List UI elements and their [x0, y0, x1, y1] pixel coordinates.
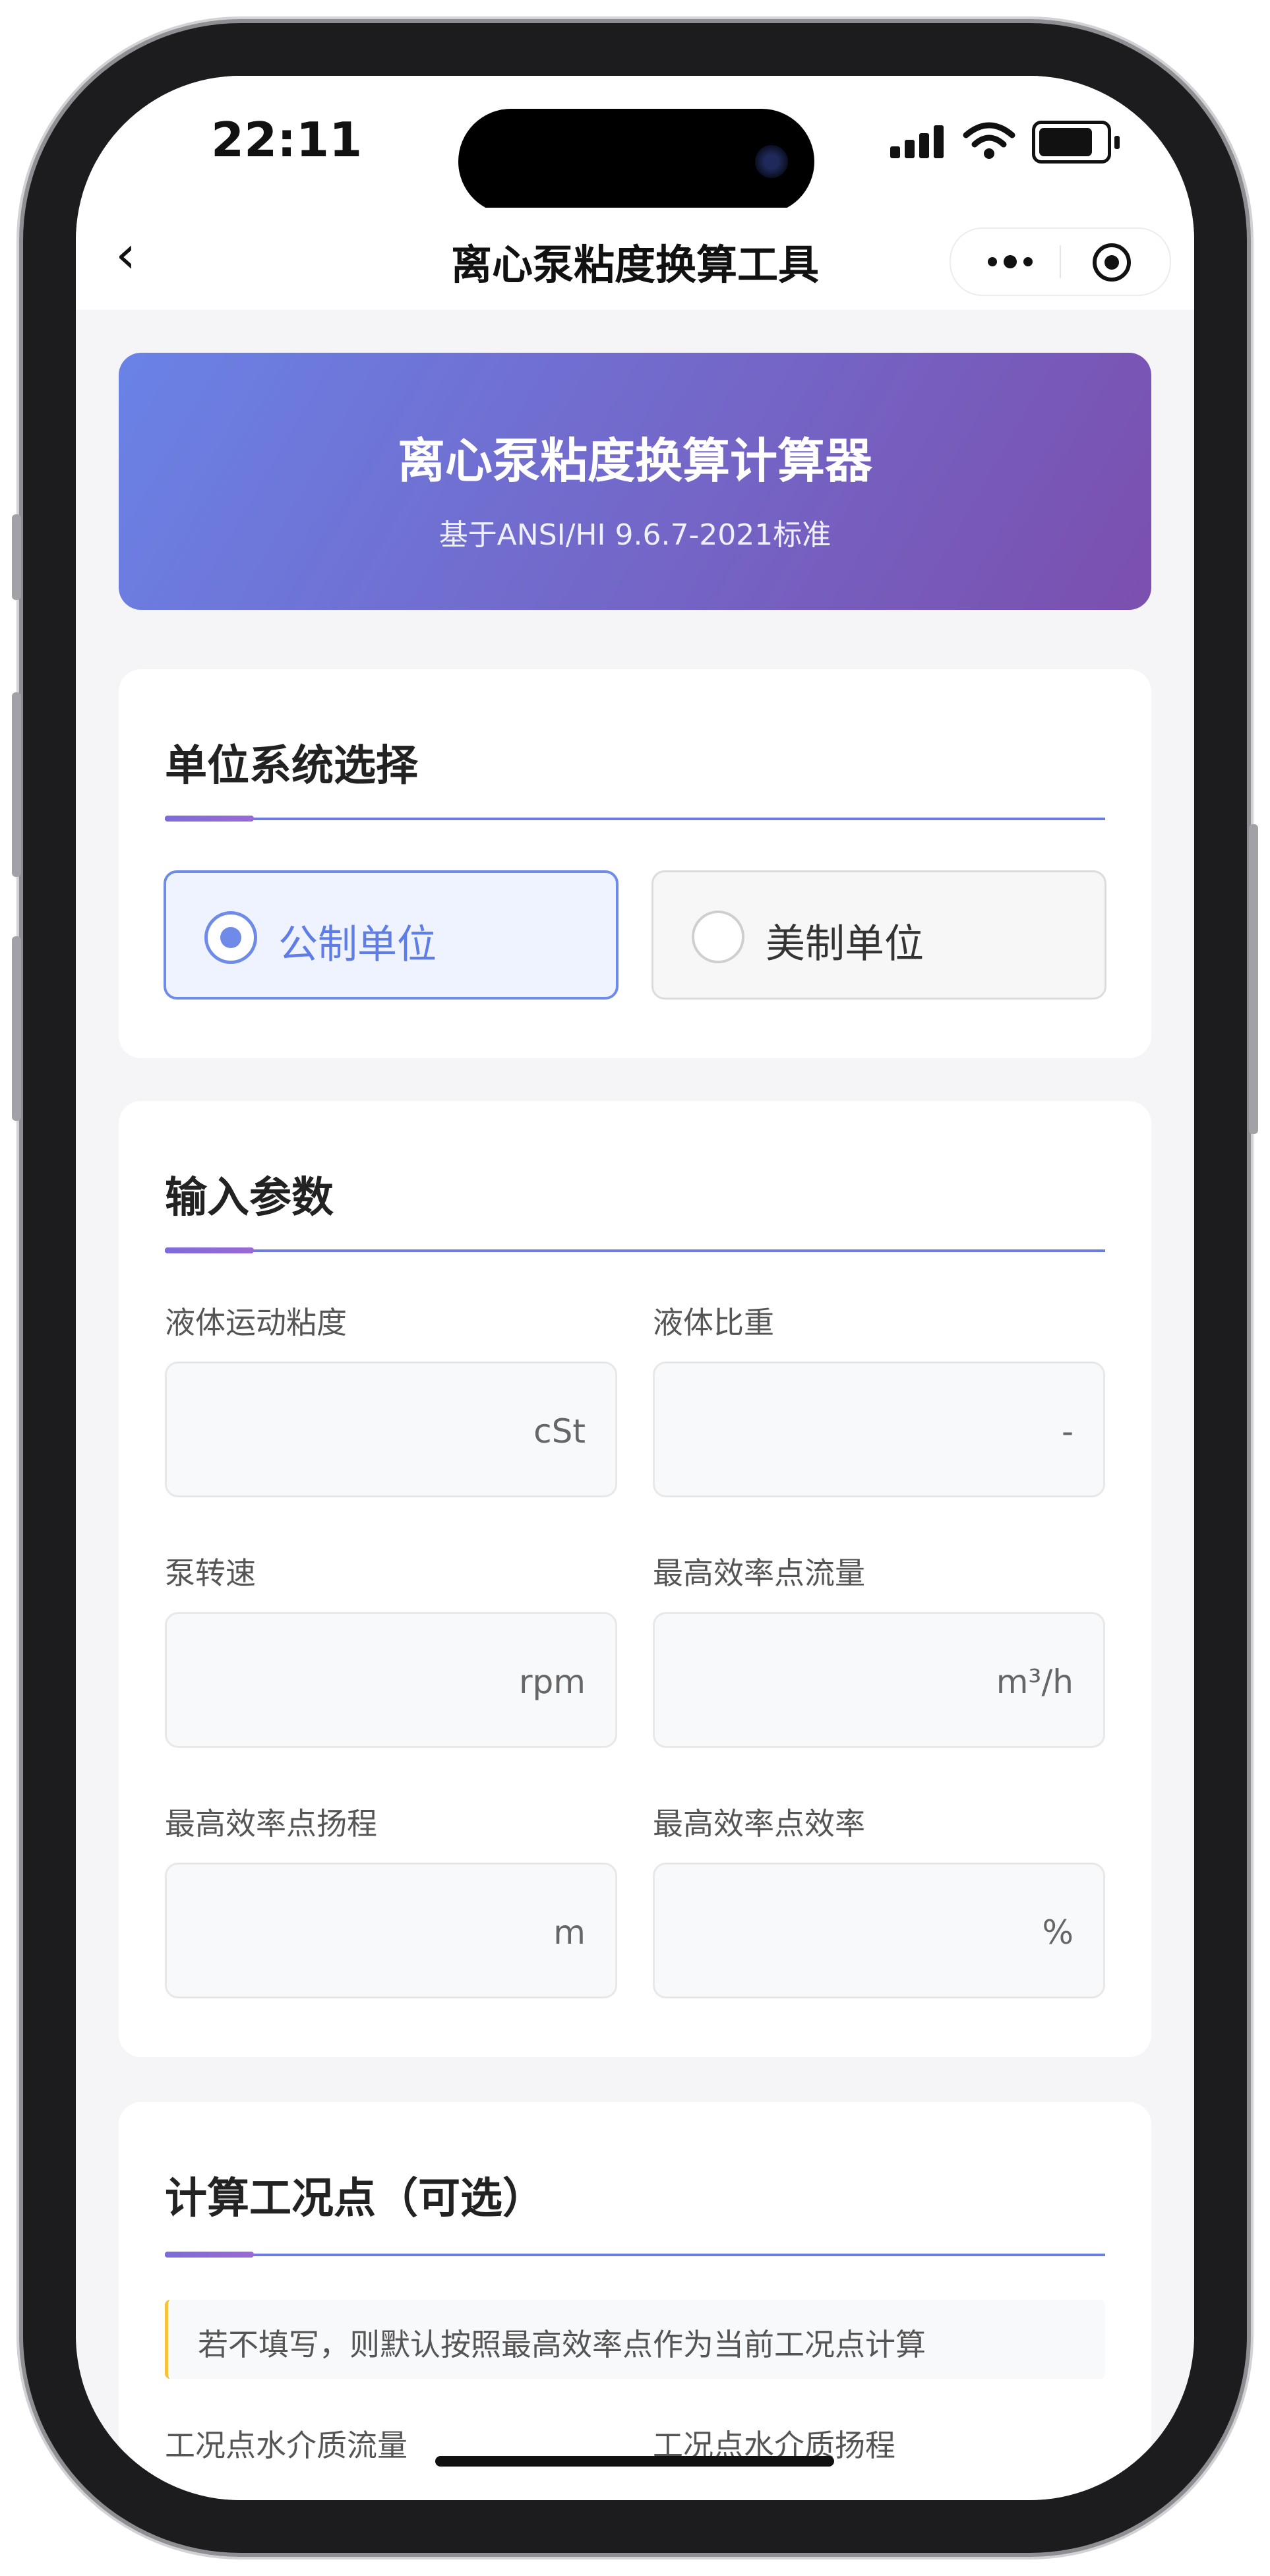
bep-flow-field[interactable]: m³/h — [653, 1612, 1105, 1748]
field-label-pump-speed: 泵转速 — [165, 1555, 256, 1591]
home-indicator[interactable] — [435, 2456, 834, 2467]
bep-efficiency-input[interactable] — [675, 1865, 967, 1998]
wifi-icon — [963, 122, 1015, 159]
signal-icon — [890, 125, 950, 158]
status-bar: 22:11 — [76, 76, 1194, 214]
input-params-card: 输入参数 液体运动粘度 cSt 液体比重 - 泵转速 rpm 最高效率点流量 m… — [119, 1101, 1151, 2057]
field-unit: cSt — [533, 1412, 586, 1451]
close-target-icon[interactable] — [1093, 243, 1131, 282]
capsule-divider — [1060, 245, 1061, 278]
field-label-viscosity: 液体运动粘度 — [165, 1305, 347, 1340]
card-title: 输入参数 — [165, 1174, 334, 1222]
mini-program-capsule — [950, 227, 1171, 296]
field-unit: % — [1042, 1913, 1073, 1952]
section-divider — [165, 816, 1105, 822]
battery-icon — [1032, 121, 1120, 164]
field-label-specific-gravity: 液体比重 — [653, 1305, 774, 1340]
field-label-bep-flow: 最高效率点流量 — [653, 1555, 865, 1591]
radio-label: 美制单位 — [766, 921, 924, 967]
action-button — [12, 514, 21, 600]
operating-point-card: 计算工况点（可选） 若不填写，则默认按照最高效率点作为当前工况点计算 工况点水介… — [119, 2102, 1151, 2500]
hint-text: 若不填写，则默认按照最高效率点作为当前工况点计算 — [198, 2327, 926, 2362]
field-unit: m³/h — [996, 1663, 1073, 1701]
field-label-bep-head: 最高效率点扬程 — [165, 1806, 377, 1842]
volume-up-button — [12, 692, 21, 877]
section-divider — [165, 2252, 1105, 2258]
hint-box: 若不填写，则默认按照最高效率点作为当前工况点计算 — [165, 2300, 1105, 2379]
power-button — [1249, 824, 1258, 1134]
banner-subtitle: 基于ANSI/HI 9.6.7-2021标准 — [438, 518, 832, 552]
field-unit: rpm — [518, 1663, 586, 1701]
card-title: 单位系统选择 — [165, 742, 418, 791]
bep-head-input[interactable] — [187, 1865, 479, 1998]
radio-checked-icon — [204, 911, 257, 964]
phone-screen: 22:11 ‹ 离心泵粘度换算工具 离心泵粘度换算计算器 基于ANSI/HI 9… — [76, 76, 1194, 2500]
pump-speed-field[interactable]: rpm — [165, 1612, 617, 1748]
field-unit: - — [1061, 1412, 1073, 1451]
camera-icon — [755, 145, 788, 178]
viscosity-field[interactable]: cSt — [165, 1362, 617, 1497]
bep-efficiency-field[interactable]: % — [653, 1863, 1105, 1998]
specific-gravity-input[interactable] — [675, 1363, 967, 1497]
radio-label: 公制单位 — [278, 922, 437, 968]
radio-unchecked-icon — [692, 911, 744, 963]
volume-down-button — [12, 936, 21, 1121]
section-divider — [165, 1247, 1105, 1253]
more-icon[interactable] — [974, 229, 1046, 295]
card-title: 计算工况点（可选） — [165, 2174, 545, 2223]
unit-system-card: 单位系统选择 公制单位 美制单位 — [119, 669, 1151, 1058]
bep-flow-input[interactable] — [675, 1614, 967, 1747]
dynamic-island — [458, 109, 814, 214]
bep-head-field[interactable]: m — [165, 1863, 617, 1998]
field-label-op-flow: 工况点水介质流量 — [165, 2428, 408, 2463]
field-label-bep-efficiency: 最高效率点效率 — [653, 1806, 865, 1842]
nav-bar: ‹ 离心泵粘度换算工具 — [76, 208, 1194, 310]
field-unit: m — [553, 1913, 586, 1952]
specific-gravity-field[interactable]: - — [653, 1362, 1105, 1497]
unit-option-metric[interactable]: 公制单位 — [164, 870, 619, 1000]
status-time: 22:11 — [211, 112, 363, 167]
unit-option-us[interactable]: 美制单位 — [651, 870, 1106, 1000]
banner-title: 离心泵粘度换算计算器 — [397, 433, 872, 489]
viscosity-input[interactable] — [187, 1363, 479, 1497]
pump-speed-input[interactable] — [187, 1614, 479, 1747]
header-banner: 离心泵粘度换算计算器 基于ANSI/HI 9.6.7-2021标准 — [119, 353, 1151, 610]
